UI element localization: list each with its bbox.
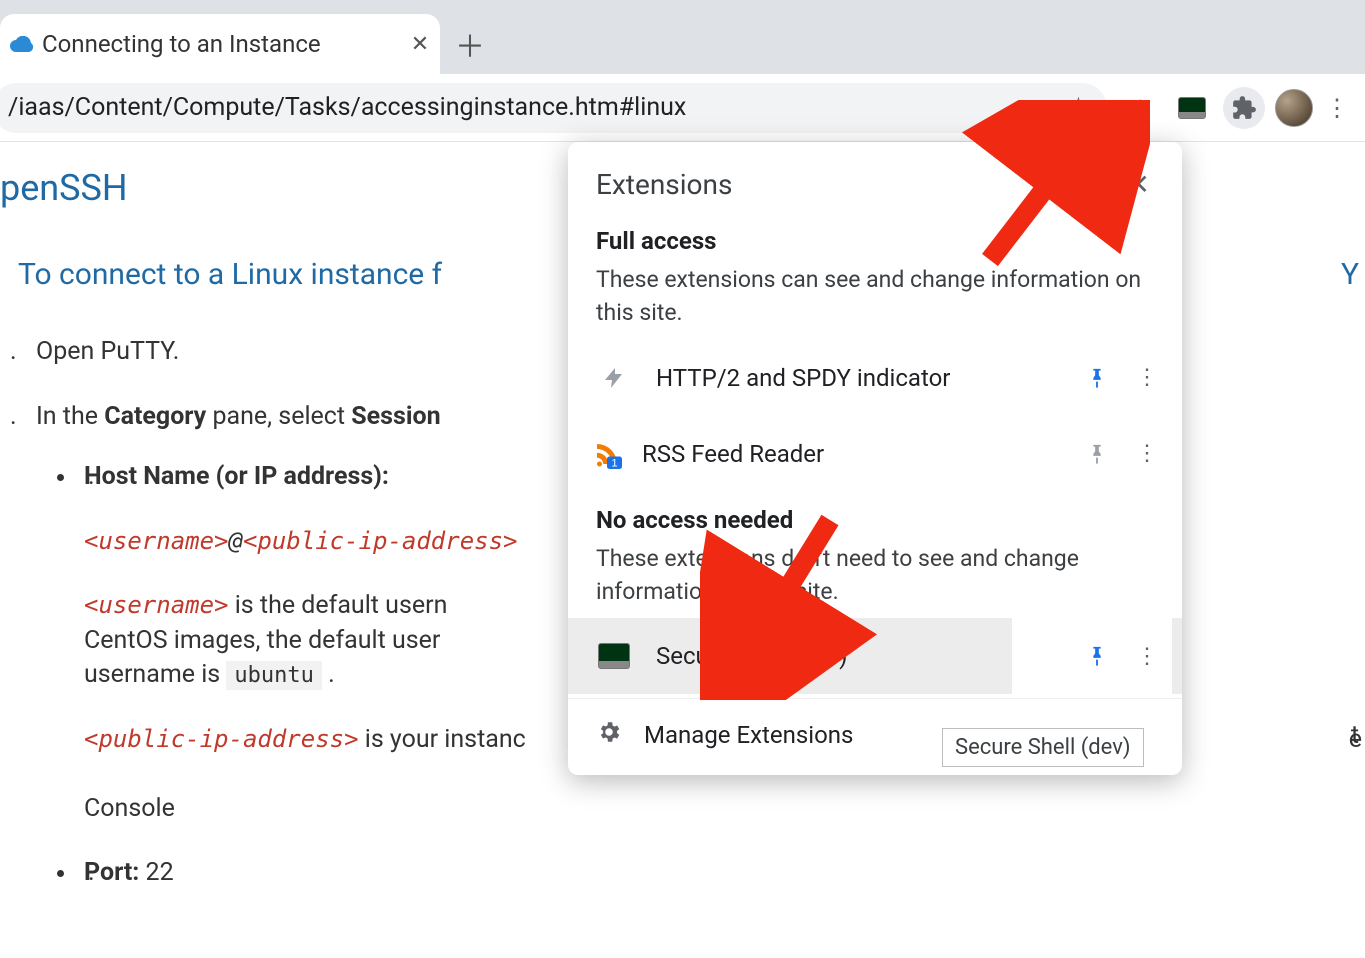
popup-title: Extensions <box>596 168 732 201</box>
popup-close-button[interactable]: ✕ <box>1119 164 1158 205</box>
tooltip: Secure Shell (dev) <box>942 728 1144 767</box>
no-access-heading: No access needed <box>568 492 1182 540</box>
svg-text:1: 1 <box>611 457 617 469</box>
url-text: /iaas/Content/Compute/Tasks/accessingins… <box>8 93 1058 122</box>
pin-icon[interactable] <box>1086 440 1108 468</box>
tab-close-button[interactable]: ✕ <box>400 32 440 57</box>
browser-tab[interactable]: Connecting to an Instance ✕ <box>0 14 440 74</box>
address-bar[interactable]: /iaas/Content/Compute/Tasks/accessingins… <box>0 83 1107 133</box>
new-tab-button[interactable]: ＋ <box>440 14 500 74</box>
gear-icon <box>596 719 622 751</box>
extension-row-secure-shell[interactable]: Secure Shell (dev) ⋮ <box>568 618 1182 694</box>
terminal-icon <box>592 643 636 669</box>
profile-avatar[interactable] <box>1275 89 1313 127</box>
lightning-icon[interactable] <box>1119 87 1161 129</box>
extension-name: Secure Shell (dev) <box>636 642 1012 670</box>
manage-extensions-label: Manage Extensions <box>644 721 853 749</box>
pin-icon[interactable] <box>1086 642 1108 670</box>
extension-row-rss[interactable]: 1 RSS Feed Reader ⋮ <box>568 416 1182 492</box>
browser-menu-button[interactable]: ⋮ <box>1323 94 1351 122</box>
tab-title: Connecting to an Instance <box>42 30 400 58</box>
pin-icon[interactable] <box>1086 364 1108 392</box>
extensions-popup: Extensions ✕ Full access These extension… <box>568 142 1182 775</box>
rss-icon: 1 <box>592 439 622 469</box>
terminal-extension-icon[interactable] <box>1171 87 1213 129</box>
bullet-port: Port: 22 <box>78 856 1365 891</box>
page-subheading-left: To connect to a Linux instance f <box>18 254 442 295</box>
extension-name: RSS Feed Reader <box>622 440 1012 468</box>
full-access-heading: Full access <box>568 213 1182 261</box>
extension-row-http2[interactable]: HTTP/2 and SPDY indicator ⋮ <box>568 340 1182 416</box>
bookmark-star-icon[interactable]: ☆ <box>1066 91 1091 124</box>
browser-toolbar: /iaas/Content/Compute/Tasks/accessingins… <box>0 74 1365 142</box>
extension-menu-button[interactable]: ⋮ <box>1136 441 1156 466</box>
no-access-desc: These extensions don't need to see and c… <box>568 540 1182 619</box>
page-subheading-right: Y <box>1341 254 1359 295</box>
extensions-puzzle-icon[interactable] <box>1223 87 1265 129</box>
tab-strip: Connecting to an Instance ✕ ＋ <box>0 11 1365 74</box>
full-access-desc: These extensions can see and change info… <box>568 261 1182 340</box>
extension-menu-button[interactable]: ⋮ <box>1136 644 1156 669</box>
cloud-icon <box>10 36 34 52</box>
lightning-icon <box>592 364 636 392</box>
extension-name: HTTP/2 and SPDY indicator <box>636 364 1012 392</box>
extension-menu-button[interactable]: ⋮ <box>1136 365 1156 390</box>
